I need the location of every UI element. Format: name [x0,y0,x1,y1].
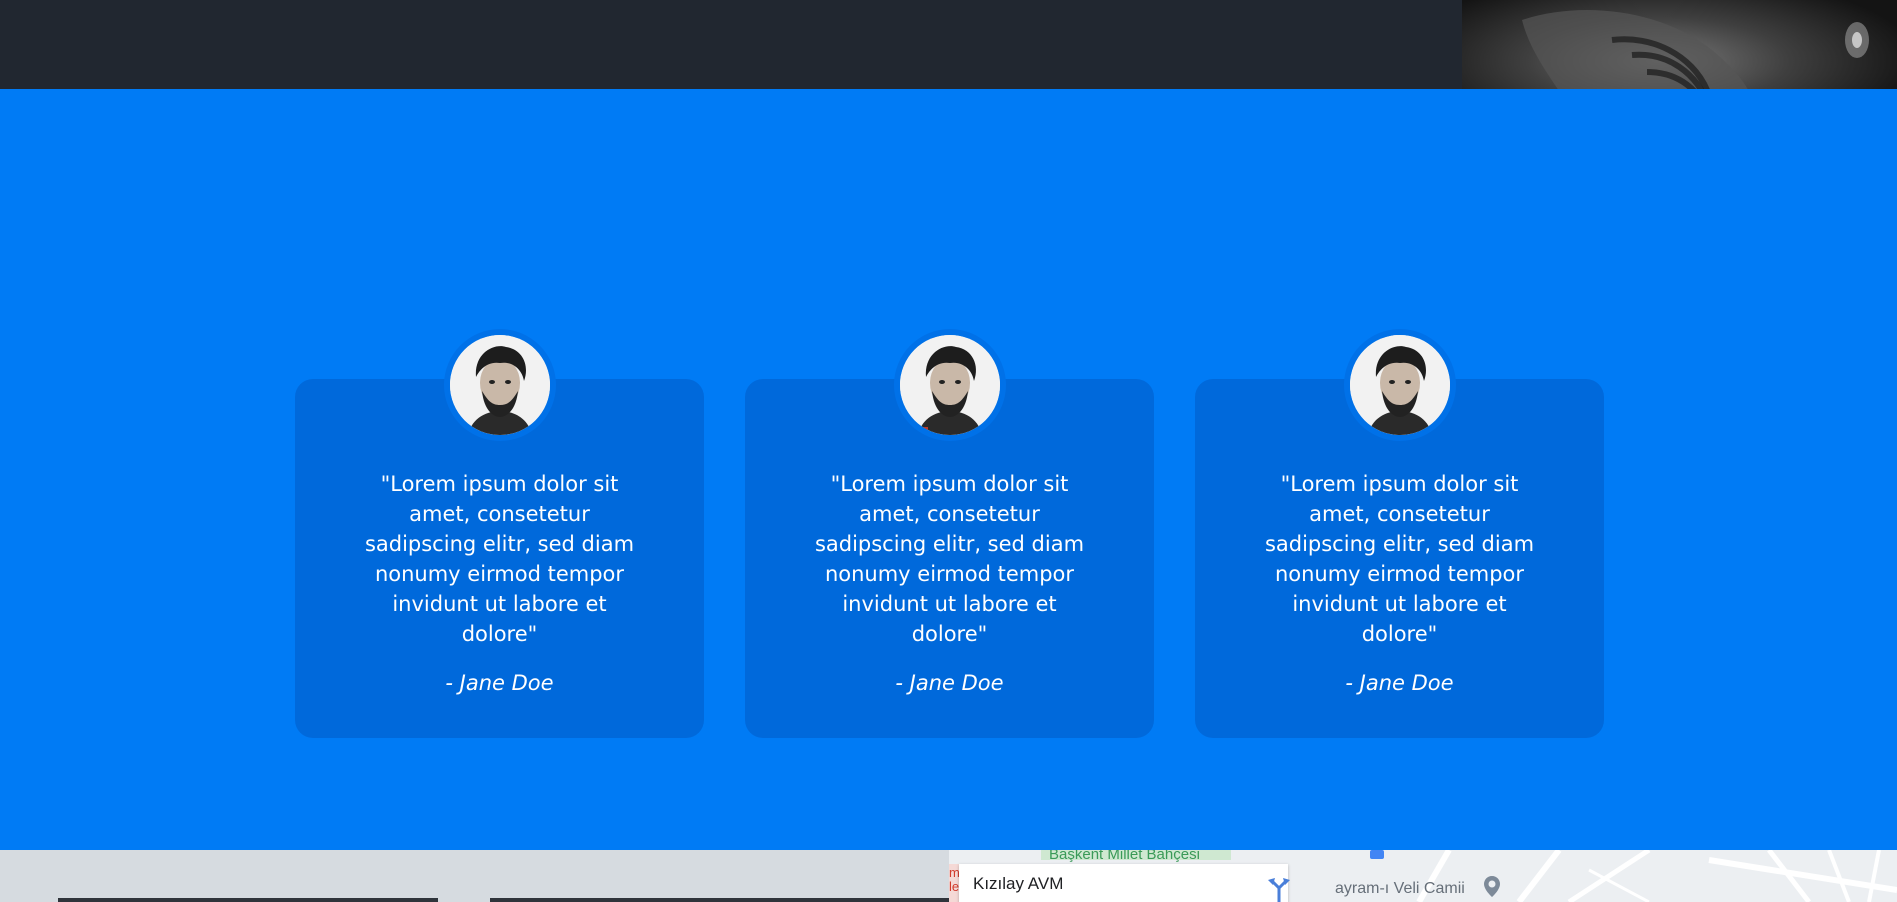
avatar-ring [443,329,556,441]
testimonial-card: "Lorem ipsum dolor sit amet, consetetur … [1195,329,1604,738]
map-place-card[interactable]: Kızılay AVM [959,864,1288,902]
avatar [1349,335,1450,435]
avatar-portrait [449,335,550,435]
divider [58,898,438,902]
avatar [899,335,1000,435]
testimonial-quote: "Lorem ipsum dolor sit amet, consetetur … [814,472,1085,646]
embedded-map[interactable]: Başkent Millet Bahçesi m le Kızılay AVM … [949,850,1897,902]
testimonial-quote: "Lorem ipsum dolor sit amet, consetetur … [1264,472,1535,646]
page: "Lorem ipsum dolor sit amet, consetetur … [0,0,1897,902]
map-park-label: Başkent Millet Bahçesi [1049,850,1200,863]
testimonial-author: - Jane Doe [1345,671,1454,695]
map-poi-icon [1370,850,1384,859]
directions-icon[interactable] [1266,876,1292,902]
map-mosque-label: ayram-ı Veli Camii [1335,880,1465,897]
map-place-name[interactable]: Kızılay AVM [973,874,1063,894]
testimonial-author: - Jane Doe [445,671,554,695]
avatar-ring [1343,329,1456,441]
map-pin-icon [1484,876,1500,897]
avatar [449,335,550,435]
testimonial-author: - Jane Doe [895,671,1004,695]
testimonials-section: "Lorem ipsum dolor sit amet, consetetur … [0,89,1897,850]
testimonial-card: "Lorem ipsum dolor sit amet, consetetur … [295,329,704,738]
testimonial-card: "Lorem ipsum dolor sit amet, consetetur … [745,329,1154,738]
divider [490,898,949,902]
testimonial-quote: "Lorem ipsum dolor sit amet, consetetur … [364,472,635,646]
avatar-ring [893,329,1006,441]
avatar-portrait [899,335,1000,435]
avatar-portrait [1349,335,1450,435]
